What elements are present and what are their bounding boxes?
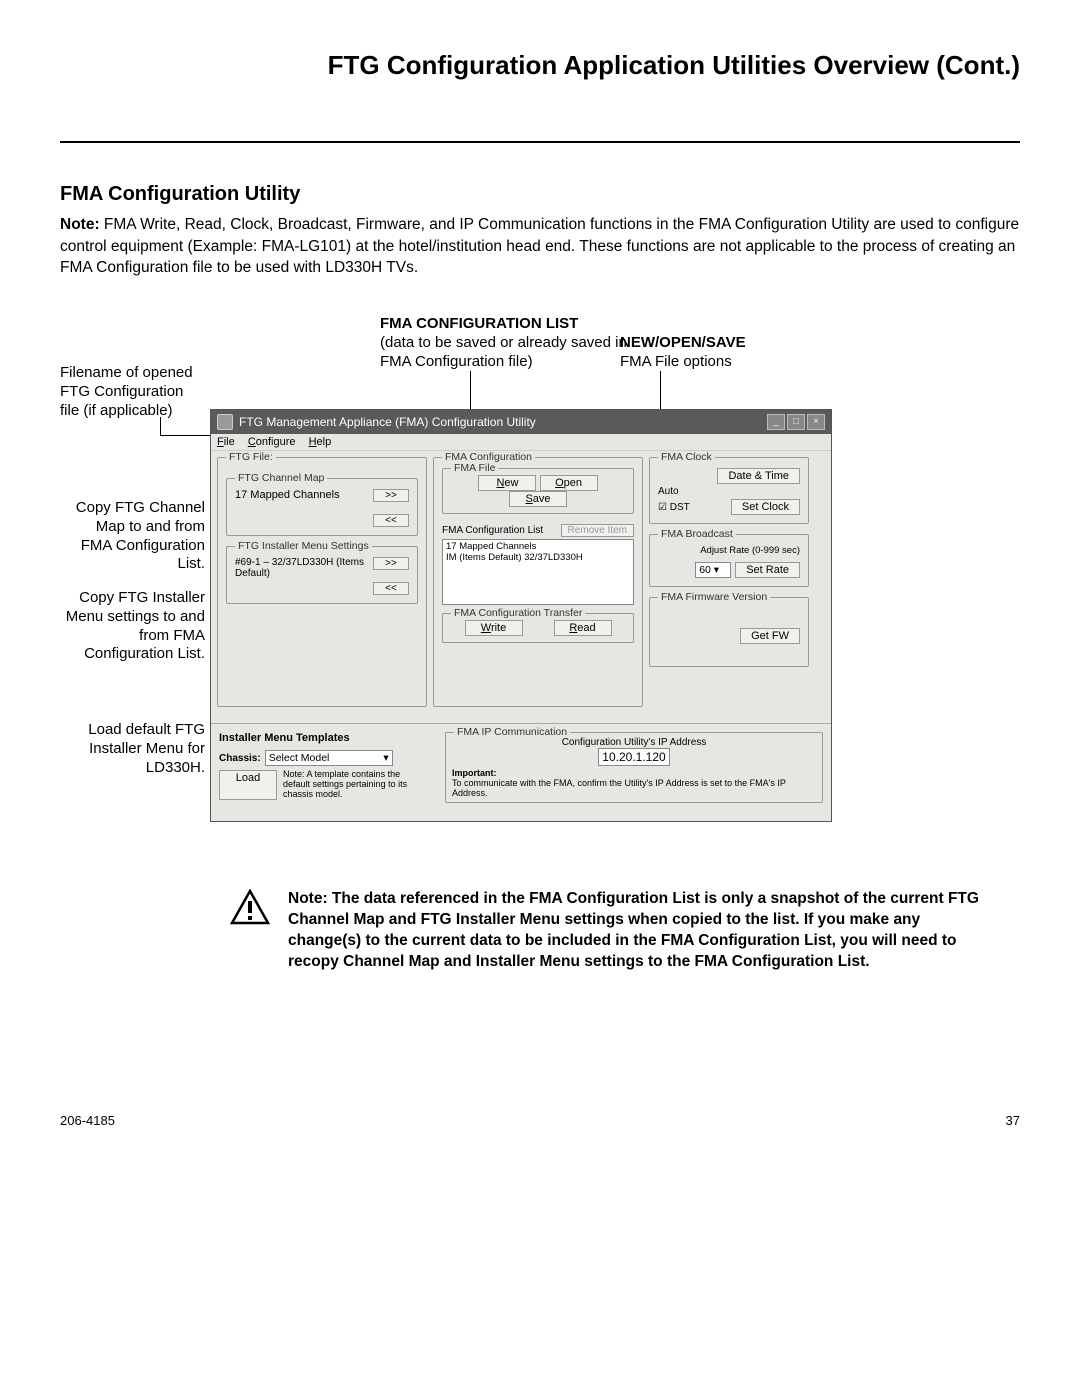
close-icon[interactable]: × <box>807 414 825 430</box>
installer-text: #69-1 – 32/37LD330H (Items Default) <box>235 557 373 579</box>
channel-map-group: FTG Channel Map 17 Mapped Channels >> << <box>226 478 418 536</box>
installer-copy-right-button[interactable]: >> <box>373 557 409 570</box>
ip-label: Configuration Utility's IP Address <box>452 737 816 748</box>
load-button[interactable]: Load <box>219 770 277 800</box>
date-time-button[interactable]: Date & Time <box>717 468 800 484</box>
page-title: FTG Configuration Application Utilities … <box>60 50 1020 81</box>
channel-map-text: 17 Mapped Channels <box>235 489 340 501</box>
fma-transfer-group: FMA Configuration Transfer Write Read <box>442 613 634 643</box>
important-body: To communicate with the FMA, confirm the… <box>452 778 786 798</box>
get-fw-button[interactable]: Get FW <box>740 628 800 644</box>
fma-file-title: FMA File <box>451 462 498 474</box>
chassis-label: Chassis: <box>219 753 261 764</box>
auto-label: Auto <box>658 486 800 497</box>
rate-select[interactable]: 60 ▾ <box>695 562 731 578</box>
app-window: FTG Management Appliance (FMA) Configura… <box>210 409 832 822</box>
fma-list-line1: 17 Mapped Channels <box>446 541 630 552</box>
intro-note: Note: FMA Write, Read, Clock, Broadcast,… <box>60 214 1020 279</box>
callout-new-open-save: NEW/OPEN/SAVE FMA File options <box>620 334 810 372</box>
dst-checkbox[interactable]: ☑ DST <box>658 502 690 513</box>
template-note: Note: A template contains the default se… <box>283 770 429 800</box>
fma-configuration-list[interactable]: 17 Mapped Channels IM (Items Default) 32… <box>442 539 634 605</box>
warning-icon <box>230 889 270 973</box>
save-button[interactable]: Save <box>509 491 567 507</box>
window-title: FTG Management Appliance (FMA) Configura… <box>239 415 536 429</box>
ip-group-title: FMA IP Communication <box>454 726 570 738</box>
warning-text: Note: The data referenced in the FMA Con… <box>288 889 990 973</box>
fma-broadcast-group: FMA Broadcast Adjust Rate (0-999 sec) 60… <box>649 534 809 587</box>
open-button[interactable]: Open <box>540 475 598 491</box>
maximize-icon[interactable]: □ <box>787 414 805 430</box>
menu-file[interactable]: FFileile <box>217 436 235 448</box>
callout-copy-installer: Copy FTG Installer Menu settings to and … <box>60 589 205 664</box>
installer-settings-title: FTG Installer Menu Settings <box>235 540 372 552</box>
templates-head: Installer Menu Templates <box>219 732 429 744</box>
fma-broadcast-title: FMA Broadcast <box>658 528 736 540</box>
minimize-icon[interactable]: _ <box>767 414 785 430</box>
ftg-file-group: FTG File: FTG Channel Map 17 Mapped Chan… <box>217 457 427 707</box>
note-body: FMA Write, Read, Clock, Broadcast, Firmw… <box>60 216 1019 276</box>
remove-item-button[interactable]: Remove Item <box>561 524 634 537</box>
fma-transfer-title: FMA Configuration Transfer <box>451 607 585 619</box>
callout-filename: Filename of opened FTG Configuration fil… <box>60 364 205 420</box>
channel-copy-right-button[interactable]: >> <box>373 489 409 502</box>
menu-help[interactable]: Help <box>309 436 332 448</box>
figure: Filename of opened FTG Configuration fil… <box>60 309 1020 829</box>
note-bold: Note: <box>60 216 100 233</box>
callout-fma-list-sub: (data to be saved or already saved in FM… <box>380 334 627 370</box>
callout-fma-list-head: FMA CONFIGURATION LIST <box>380 315 578 332</box>
installer-settings-group: FTG Installer Menu Settings #69-1 – 32/3… <box>226 546 418 604</box>
write-button[interactable]: Write <box>465 620 523 636</box>
menubar: FFileile Configure Help <box>211 434 831 451</box>
callout-nos-head: NEW/OPEN/SAVE <box>620 334 746 351</box>
read-button[interactable]: Read <box>554 620 612 636</box>
fma-clock-title: FMA Clock <box>658 451 715 463</box>
callout-load-default: Load default FTG Installer Menu for LD33… <box>60 721 205 777</box>
fma-file-group: FMA File New Open Save <box>442 468 634 514</box>
callout-copy-channel: Copy FTG Channel Map to and from FMA Con… <box>60 499 205 574</box>
divider <box>60 141 1020 143</box>
menu-configure[interactable]: Configure <box>248 436 296 448</box>
channel-copy-left-button[interactable]: << <box>373 514 409 527</box>
fma-clock-group: FMA Clock Date & Time Auto ☑ DST Set Clo… <box>649 457 809 524</box>
adjust-rate-label: Adjust Rate (0-999 sec) <box>658 545 800 556</box>
new-button[interactable]: New <box>478 475 536 491</box>
section-title: FMA Configuration Utility <box>60 183 1020 206</box>
fma-list-line2: IM (Items Default) 32/37LD330H <box>446 552 630 563</box>
footer-right: 37 <box>1006 1113 1020 1128</box>
callout-nos-sub: FMA File options <box>620 353 732 370</box>
fma-firmware-group: FMA Firmware Version Get FW <box>649 597 809 667</box>
app-icon <box>217 414 233 430</box>
warning-note: Note: The data referenced in the FMA Con… <box>230 889 990 973</box>
set-clock-button[interactable]: Set Clock <box>731 499 800 515</box>
ip-communication-group: FMA IP Communication Configuration Utili… <box>445 732 823 803</box>
chassis-select[interactable]: Select Model▾ <box>265 750 393 766</box>
important-head: Important: <box>452 768 497 778</box>
footer-left: 206-4185 <box>60 1113 115 1128</box>
fma-configuration-group: FMA Configuration FMA File New Open Save… <box>433 457 643 707</box>
callout-fma-list: FMA CONFIGURATION LIST (data to be saved… <box>380 315 650 371</box>
ftg-file-group-title: FTG File: <box>226 451 276 463</box>
fma-list-label: FMA Configuration List <box>442 525 543 536</box>
set-rate-button[interactable]: Set Rate <box>735 562 800 578</box>
titlebar: FTG Management Appliance (FMA) Configura… <box>211 410 831 434</box>
ip-address-input[interactable]: 10.20.1.120 <box>598 748 669 766</box>
installer-copy-left-button[interactable]: << <box>373 582 409 595</box>
fma-firmware-title: FMA Firmware Version <box>658 591 770 603</box>
channel-map-group-title: FTG Channel Map <box>235 472 327 484</box>
